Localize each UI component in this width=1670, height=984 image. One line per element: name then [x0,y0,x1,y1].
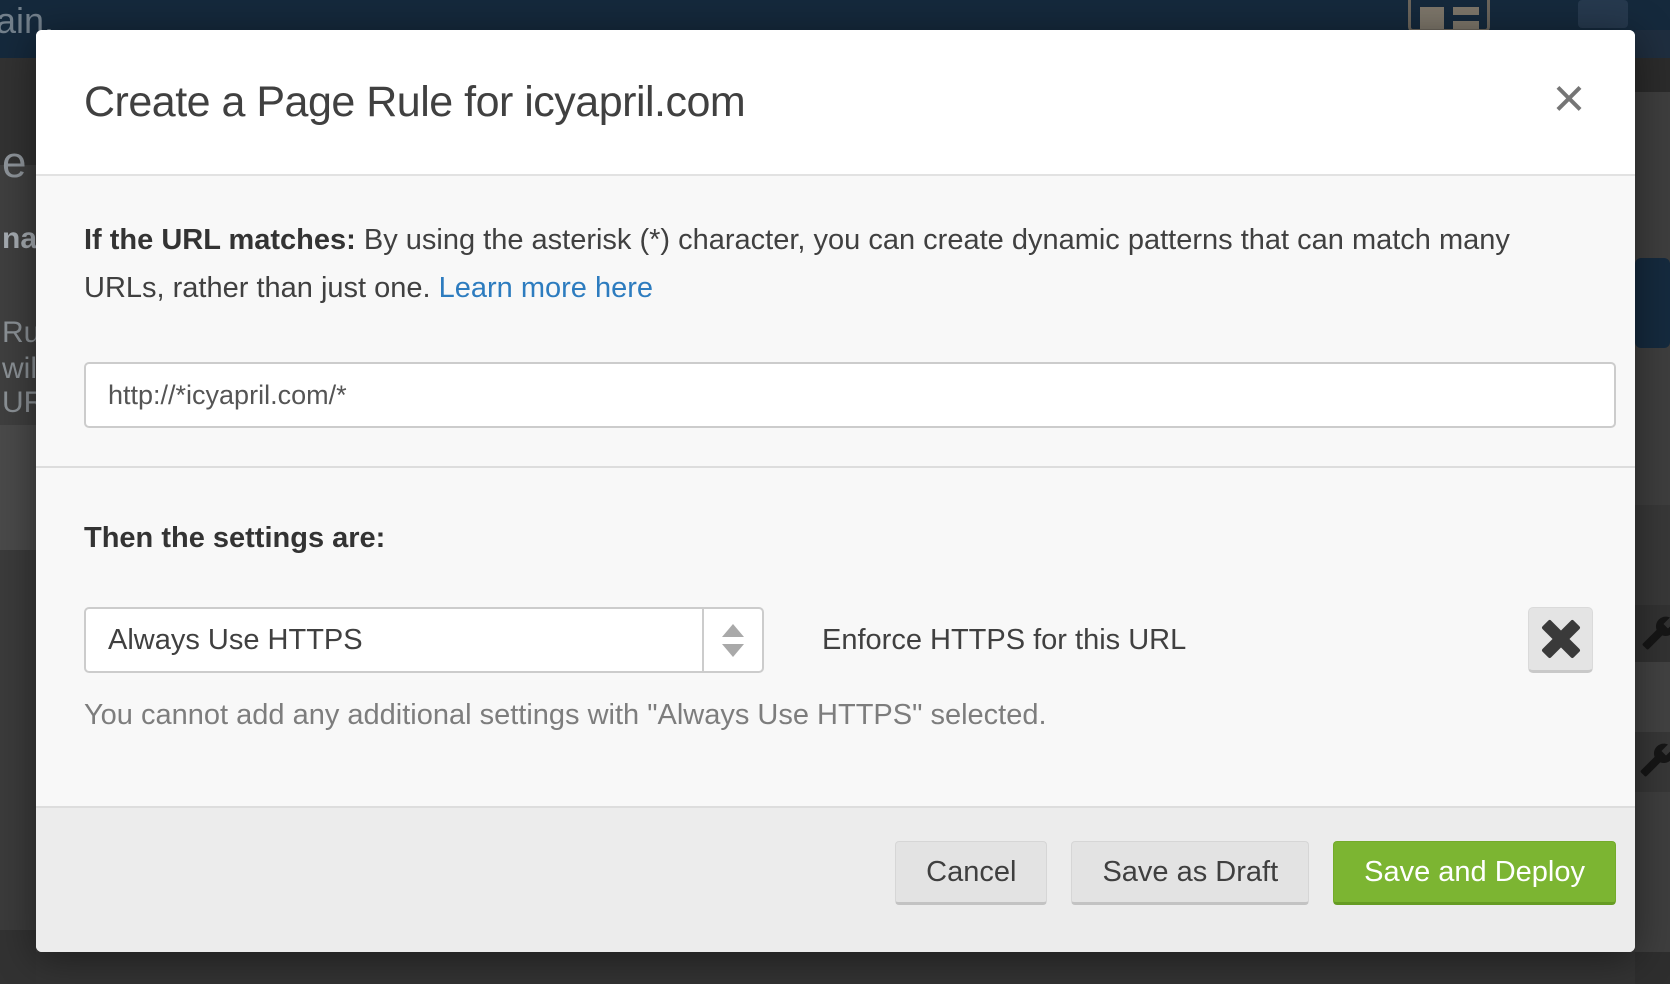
background-text-fragment: nav [2,222,36,256]
url-match-intro: If the URL matches: By using the asteris… [84,216,1584,312]
page-title: Create a Page Rule for icyapril.com [84,78,745,127]
setting-description: Enforce HTTPS for this URL [822,624,1186,657]
background-right-sliver [1635,30,1670,984]
cancel-button[interactable]: Cancel [895,841,1047,905]
setting-note: You cannot add any additional settings w… [84,699,1616,732]
save-as-draft-button[interactable]: Save as Draft [1071,841,1309,905]
remove-setting-icon [1542,620,1580,658]
modal-header: Create a Page Rule for icyapril.com × [36,30,1635,176]
background-button-fragment [1578,0,1628,28]
wrench-icon [1639,742,1670,778]
setting-select-value: Always Use HTTPS [86,609,702,671]
background-left-sliver: e nav Ru will UR [0,58,36,984]
select-arrows-icon [702,609,762,671]
background-text-fragment: will [2,352,36,386]
setting-row: Always Use HTTPS Enforce HTTPS for this … [84,607,1616,673]
backdrop-below-modal [36,952,1635,984]
url-match-section: If the URL matches: By using the asteris… [36,176,1635,466]
settings-section: Then the settings are: Always Use HTTPS … [36,468,1635,732]
create-page-rule-modal: Create a Page Rule for icyapril.com × If… [36,30,1635,952]
modal-footer: Cancel Save as Draft Save and Deploy [36,806,1635,952]
close-icon[interactable]: × [1543,72,1595,124]
learn-more-link[interactable]: Learn more here [439,272,653,304]
url-pattern-input[interactable] [84,362,1616,428]
save-and-deploy-button[interactable]: Save and Deploy [1333,841,1616,905]
background-text-fragment: e [2,138,26,188]
background-text-fragment: UR [2,386,36,420]
settings-heading: Then the settings are: [84,522,1616,555]
layout-icon [1408,0,1490,32]
url-match-label: If the URL matches: [84,224,356,256]
wrench-icon [1641,615,1670,651]
background-text-fragment: Ru [2,316,36,350]
setting-select[interactable]: Always Use HTTPS [84,607,764,673]
remove-setting-button[interactable] [1528,607,1593,673]
